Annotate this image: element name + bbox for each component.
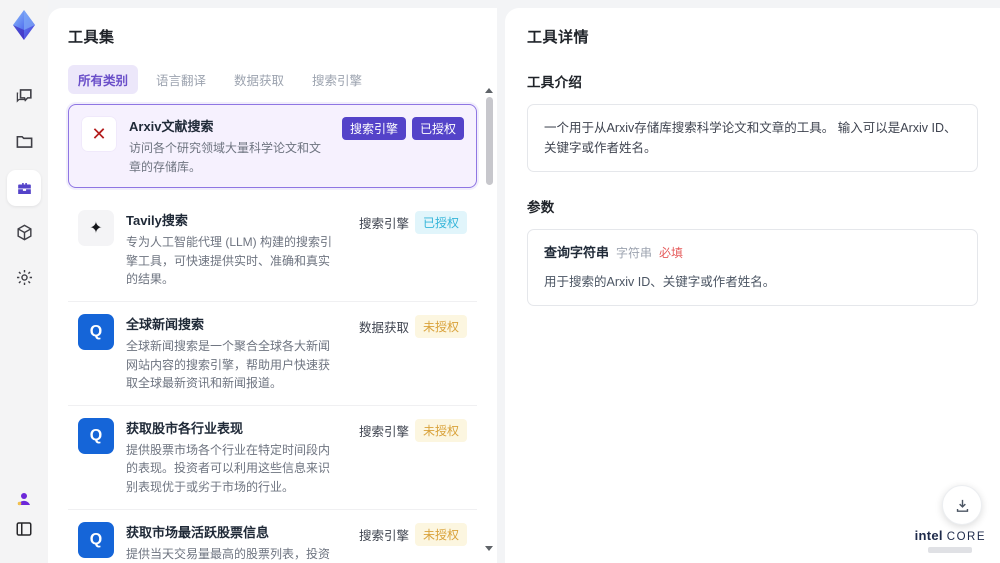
gear-icon[interactable] <box>0 268 48 287</box>
category-tab[interactable]: 搜索引擎 <box>302 65 372 94</box>
toolset-panel: 工具集 所有类别 语言翻译 数据获取 搜索引擎 ✕ Arxiv文献搜索 访问各个研究领域大… <box>48 8 497 563</box>
tool-name: Arxiv文献搜索 <box>129 119 214 134</box>
category-tab[interactable]: 数据获取 <box>224 65 294 94</box>
tool-name: 获取市场最活跃股票信息 <box>126 524 270 540</box>
category-tab[interactable]: 语言翻译 <box>146 65 216 94</box>
list-scrollbar[interactable] <box>484 88 494 551</box>
tool-detail-panel: 工具详情 工具介绍 一个用于从Arxiv存储库搜索科学论文和文章的工具。 输入可… <box>505 8 1000 563</box>
tool-category: 数据获取 <box>358 320 409 335</box>
params-heading: 参数 <box>527 200 555 215</box>
category-tabs: 所有类别 语言翻译 数据获取 搜索引擎 <box>68 65 477 94</box>
tool-description: 提供股票市场各个行业在特定时间段内的表现。投资者可以利用这些信息来识别表现优于或… <box>126 442 331 494</box>
intro-box: 一个用于从Arxiv存储库搜索科学论文和文章的工具。 输入可以是Arxiv ID… <box>527 104 978 172</box>
tool-description: 访问各个研究领域大量科学论文和文章的存储库。 <box>129 141 322 174</box>
tool-category: 搜索引擎 <box>358 424 409 439</box>
tool-card[interactable]: Q 获取股市各行业表现提供股票市场各个行业在特定时间段内的表现。投资者可以利用这些… <box>68 404 477 509</box>
tool-name: 获取股市各行业表现 <box>126 420 244 436</box>
tool-description: 提供当天交易量最高的股票列表，投资者可以利用这些信息来识别流动性强的股票和潜在的… <box>126 546 331 561</box>
param-description: 用于搜索的Arxiv ID、关键字或作者姓名。 <box>544 274 776 289</box>
brand-primary: intel <box>914 527 943 543</box>
tool-status-badge: 未授权 <box>414 522 467 546</box>
tool-category: 搜索引擎 <box>358 217 409 232</box>
brand-subtitle <box>928 547 973 553</box>
app-logo-icon[interactable] <box>0 8 48 42</box>
tool-status-badge: 未授权 <box>414 418 467 442</box>
download-button[interactable] <box>942 485 982 525</box>
intro-text: 一个用于从Arxiv存储库搜索科学论文和文章的工具。 输入可以是Arxiv ID… <box>544 121 957 155</box>
param-name: 查询字符串 <box>544 245 610 260</box>
tool-description: 全球新闻搜索是一个聚合全球各大新闻网站内容的搜索引擎，帮助用户快速获取全球最新资… <box>126 338 331 391</box>
scroll-up-arrow-icon[interactable] <box>485 88 493 93</box>
tool-card[interactable]: Q 全球新闻搜索全球新闻搜索是一个聚合全球各大新闻网站内容的搜索引擎，帮助用户快速… <box>68 300 477 405</box>
toolset-title: 工具集 <box>68 29 115 46</box>
tool-name: 全球新闻搜索 <box>126 316 205 332</box>
news-service-icon: Q <box>78 313 114 350</box>
tool-card[interactable]: ✕ Arxiv文献搜索访问各个研究领域大量科学论文和文章的存储库。 搜索引擎 已授权 <box>68 104 477 189</box>
tool-status-badge: 已授权 <box>411 117 464 140</box>
tool-category: 搜索引擎 <box>358 528 409 543</box>
detail-title: 工具详情 <box>527 29 590 46</box>
param-required-badge: 必填 <box>659 246 684 260</box>
tool-card[interactable]: ✦ Tavily搜索专为人工智能代理 (LLM) 构建的搜索引擎工具，可快速提供实… <box>68 198 477 301</box>
brand-secondary: CORE <box>946 530 986 543</box>
active-stock-icon: Q <box>78 521 114 558</box>
tool-name: Tavily搜索 <box>126 213 188 229</box>
stock-sector-icon: Q <box>78 417 114 454</box>
tool-category: 搜索引擎 <box>341 117 406 140</box>
scroll-down-arrow-icon[interactable] <box>485 546 493 551</box>
left-rail <box>0 0 48 563</box>
download-icon <box>956 499 968 512</box>
param-type: 字符串 <box>616 246 653 260</box>
tool-card[interactable]: Q 获取市场最活跃股票信息提供当天交易量最高的股票列表，投资者可以利用这些信息来识… <box>68 508 477 563</box>
folder-icon[interactable] <box>0 132 48 151</box>
tool-description: 专为人工智能代理 (LLM) 构建的搜索引擎工具，可快速提供实时、准确和真实的结… <box>126 235 333 287</box>
avatar-icon[interactable] <box>0 490 48 508</box>
tavily-star-icon: ✦ <box>78 210 114 247</box>
cube-icon[interactable] <box>0 223 48 242</box>
scrollbar-thumb[interactable] <box>485 97 493 185</box>
tool-status-badge: 未授权 <box>414 314 467 338</box>
tool-list: ✕ Arxiv文献搜索 访问各个研究领域大量科学论文和文章的存储库。 搜索引擎 已授权 ✦… <box>68 104 477 563</box>
collapse-panel-icon[interactable] <box>0 520 48 538</box>
param-box: 查询字符串 字符串 必填 用于搜索的Arxiv ID、关键字或作者姓名。 <box>527 229 978 306</box>
arxiv-logo-icon: ✕ <box>81 116 117 152</box>
category-tab[interactable]: 所有类别 <box>68 65 139 94</box>
toolbox-icon[interactable] <box>0 179 48 198</box>
tool-status-badge: 已授权 <box>414 211 467 235</box>
chat-icon[interactable] <box>0 86 48 105</box>
intel-core-logo: intel CORE <box>914 527 986 553</box>
intro-heading: 工具介绍 <box>527 75 583 90</box>
